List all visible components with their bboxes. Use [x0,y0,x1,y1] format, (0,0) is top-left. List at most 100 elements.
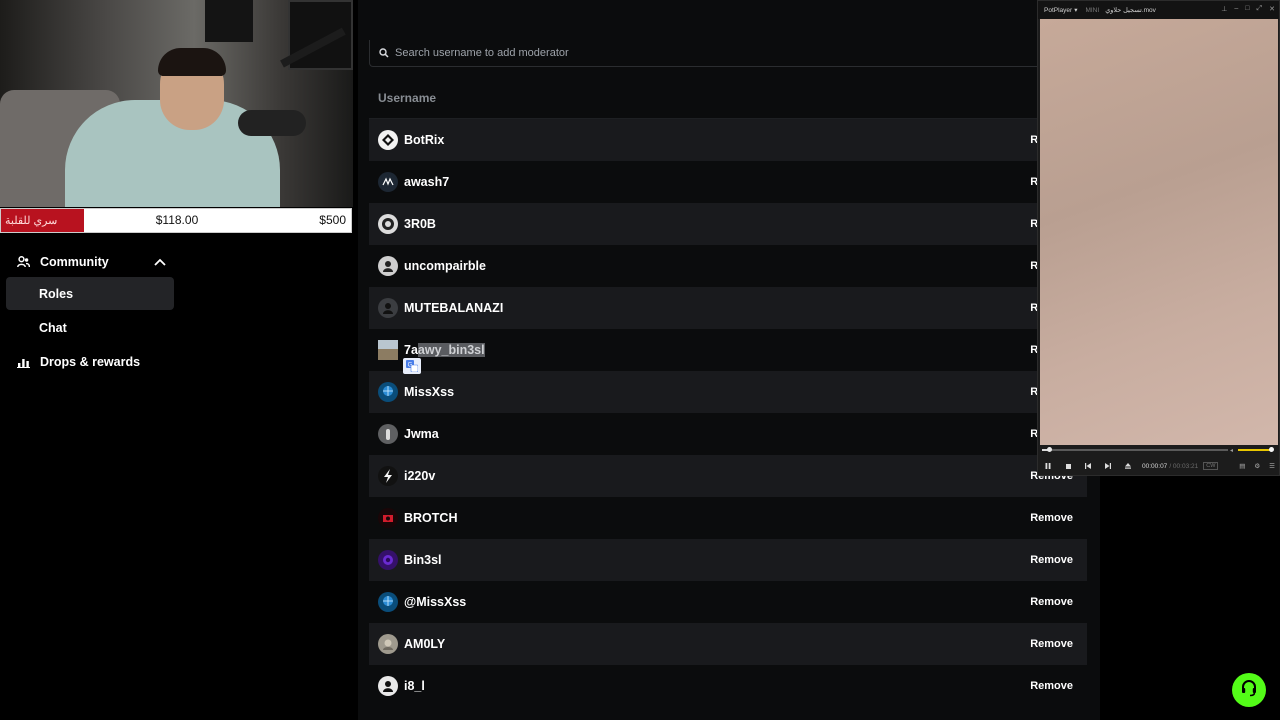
player-mini-mode[interactable]: MINI [1085,7,1099,14]
avatar [378,676,398,696]
table-row: i8_l Remove [369,665,1087,707]
close-icon[interactable]: ✕ [1269,5,1275,13]
table-row: MUTEBALANAZIRemove [369,287,1087,329]
table-row: AM0LY Remove [369,623,1087,665]
sidebar-item-label: Drops & rewards [40,355,141,369]
volume-icon[interactable]: ◂ [1230,447,1233,454]
avatar [378,508,398,528]
table-row: BotRixRemove [369,119,1087,161]
avatar [378,340,398,360]
chevron-down-icon[interactable]: ▾ [1074,6,1077,14]
volume-slider[interactable] [1238,449,1272,451]
player-controls: 00:00:07 / 00:03:21 CW ▤ ⚙ ☰ [1038,458,1279,474]
search-icon [379,48,389,58]
eject-icon[interactable] [1118,458,1138,474]
menu-icon[interactable]: ☰ [1269,462,1275,470]
help-button[interactable] [1232,673,1266,707]
search-placeholder: Search username to add moderator [395,47,569,59]
moderator-list: BotRixRemoveawash7Remove3R0BRemoveuncomp… [369,119,1087,707]
username-unselected: 7a [404,343,418,357]
settings-gear-icon[interactable]: ⚙ [1254,462,1260,470]
player-app-name[interactable]: PotPlayer [1044,7,1072,14]
chevron-up-icon[interactable] [154,255,166,269]
seek-handle[interactable] [1046,447,1052,452]
avatar [378,172,398,192]
remove-button[interactable]: Remove [1024,634,1079,654]
username-selection: awy_bin3sl [417,343,485,357]
player-right-controls: ▤ ⚙ ☰ [1239,458,1275,474]
volume-handle[interactable] [1269,447,1274,452]
table-row: BROTCH Remove [369,497,1087,539]
username: BotRix [404,133,445,147]
username: AM0LY [404,637,446,651]
pause-icon[interactable] [1038,458,1058,474]
avatar [378,550,398,570]
goal-current-amount: $118.00 [155,213,199,227]
username-column-header: Username [378,91,437,105]
webcam-microphone [238,110,306,136]
remove-button[interactable]: Remove [1024,676,1079,696]
avatar [378,634,398,654]
moderator-search-input[interactable]: Search username to add moderator [369,40,1049,67]
window-buttons: ⊥ – □ ⤢ ✕ [1221,5,1275,13]
player-current-time: 00:00:07 [1142,462,1168,470]
playlist-icon[interactable]: ▤ [1239,462,1245,470]
sidebar-item-label: Chat [39,320,67,335]
remove-button[interactable]: Remove [1024,508,1079,528]
webcam-streamer-hair [158,48,226,76]
table-row: Bin3sl Remove [369,539,1087,581]
table-row: @MissXss Remove [369,581,1087,623]
drops-icon [16,355,30,369]
sidebar-item-roles[interactable]: Roles [6,277,174,310]
webcam-wall-frame [205,0,253,42]
username: i8_l [404,679,425,693]
table-row: 3R0BRemove [369,203,1087,245]
username: MUTEBALANAZI [404,301,504,315]
community-icon [16,255,30,269]
sidebar-section-community[interactable]: Community [16,253,166,271]
table-row: JwmaRemove [369,413,1087,455]
minimize-icon[interactable]: – [1234,5,1238,13]
table-row: G7aawy_bin3slRemove [369,329,1087,374]
avatar [378,130,398,150]
donation-goal-bar: سري للقلبة $118.00 $500 [0,208,352,233]
next-icon[interactable] [1098,458,1118,474]
pin-icon[interactable]: ⊥ [1221,5,1227,13]
username: 7aawy_bin3sl [404,343,485,357]
fullscreen-icon[interactable]: ⤢ [1257,5,1263,13]
player-video-area[interactable] [1040,19,1278,445]
player-badge[interactable]: CW [1203,462,1219,470]
player-seek-bar[interactable] [1042,447,1228,452]
username: Jwma [404,427,439,441]
translate-icon[interactable]: G [403,358,421,374]
headset-icon [1240,679,1258,702]
player-duration: / 00:03:21 [1169,462,1199,470]
username: Bin3sl [404,553,442,567]
username: uncompairble [404,259,486,273]
table-row: MissXssRemove [369,371,1087,413]
avatar [378,424,398,444]
avatar [378,466,398,486]
player-titlebar: PotPlayer ▾ MINI تسجيل حلاوي.mov ⊥ – □ ⤢… [1038,1,1279,19]
username: @MissXss [404,595,467,609]
table-row: i220v Remove [369,455,1087,497]
avatar [378,298,398,318]
avatar [378,382,398,402]
table-row: awash7Remove [369,161,1087,203]
avatar [378,256,398,276]
remove-button[interactable]: Remove [1024,550,1079,570]
username: 3R0B [404,217,436,231]
webcam-overlay [0,0,353,207]
previous-icon[interactable] [1078,458,1098,474]
stop-icon[interactable] [1058,458,1078,474]
username: i220v [404,469,436,483]
remove-button[interactable]: Remove [1024,592,1079,612]
sidebar-item-chat[interactable]: Chat [6,311,174,344]
avatar [378,214,398,234]
table-row: uncompairbleRemove [369,245,1087,287]
goal-target-amount: $500 [319,213,346,227]
sidebar-item-drops-rewards[interactable]: Drops & rewards [16,353,166,371]
maximize-icon[interactable]: □ [1245,5,1249,13]
screen: سري للقلبة $118.00 $500 Community Roles … [0,0,1280,720]
username: BROTCH [404,511,458,525]
